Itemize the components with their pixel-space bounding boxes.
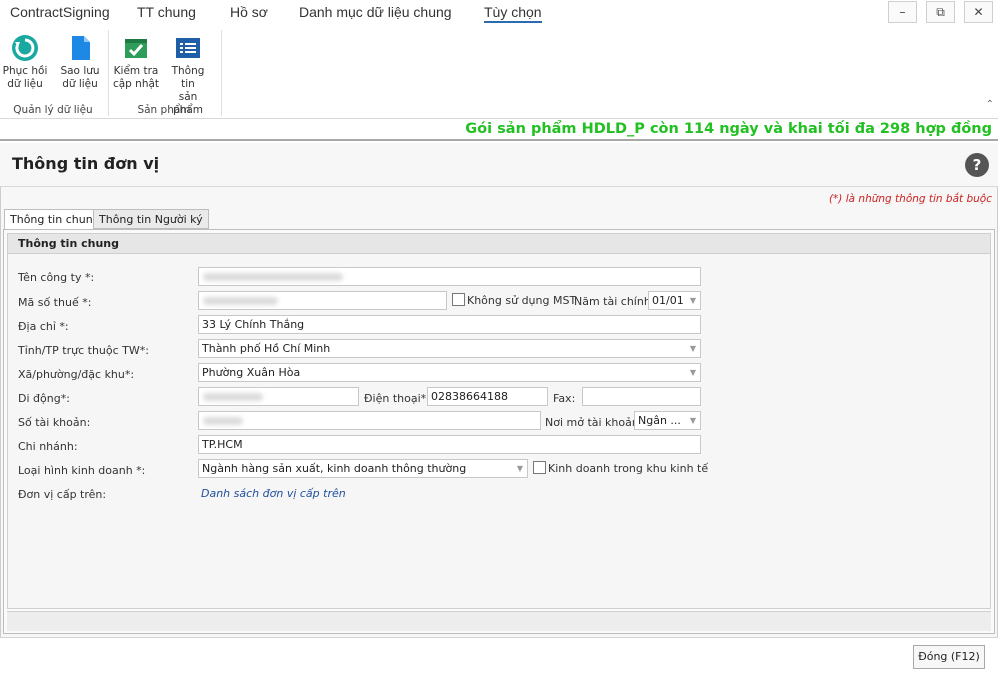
menu-tt-chung[interactable]: TT chung: [137, 4, 196, 20]
chevron-down-icon: ▼: [689, 416, 696, 425]
tax-code-input[interactable]: [198, 291, 447, 310]
chevron-down-icon: ▼: [516, 464, 523, 473]
economic-zone-label: Kinh doanh trong khu kinh tế: [548, 462, 709, 475]
required-fields-note: (*) là những thông tin bắt buộc: [828, 193, 992, 205]
province-label: Tỉnh/TP trực thuộc TW*:: [18, 344, 149, 357]
account-number-input[interactable]: [198, 411, 541, 430]
restore-button[interactable]: ⧉: [926, 1, 955, 23]
section-title: Thông tin chung: [8, 234, 990, 254]
menu-bar: ContractSigning TT chung Hồ sơ Danh mục …: [0, 0, 998, 26]
province-select[interactable]: Thành phố Hồ Chí Minh ▼: [198, 339, 701, 358]
form-title-bar: Thông tin đơn vị ?: [0, 143, 998, 187]
backup-data-label: Sao lưu dữ liệu: [60, 65, 100, 90]
close-window-button[interactable]: ✕: [964, 1, 993, 23]
company-name-input[interactable]: [198, 267, 701, 286]
phone-input[interactable]: 02838664188: [427, 387, 548, 406]
chevron-down-icon: ▼: [689, 296, 696, 305]
business-type-select[interactable]: Ngành hàng sản xuất, kinh doanh thông th…: [198, 459, 528, 478]
branch-label: Chi nhánh:: [18, 440, 78, 453]
menu-tuy-chon[interactable]: Tùy chọn: [484, 4, 542, 23]
help-icon[interactable]: ?: [965, 153, 989, 177]
group-label-data-management: Quản lý dữ liệu: [13, 104, 93, 116]
product-info-icon: [176, 38, 200, 58]
phone-label: Điện thoại*:: [364, 392, 430, 405]
check-update-icon: [125, 39, 147, 58]
menu-contractsigning[interactable]: ContractSigning: [10, 4, 110, 20]
menu-danh-muc[interactable]: Danh mục dữ liệu chung: [299, 4, 452, 20]
chevron-down-icon: ▼: [689, 368, 696, 377]
mobile-label: Di động*:: [18, 392, 70, 405]
company-name-label: Tên công ty *:: [18, 271, 95, 284]
menu-ho-so[interactable]: Hồ sơ: [230, 4, 268, 20]
group-label-product: Sản phẩm: [137, 104, 191, 116]
bank-label: Nơi mở tài khoản:: [545, 416, 643, 429]
restore-data-button[interactable]: Phục hồi dữ liệu: [1, 30, 49, 96]
bank-select[interactable]: Ngân ... ▼: [634, 411, 701, 430]
form-footer: Đóng (F12): [0, 637, 998, 674]
page-title: Thông tin đơn vị: [12, 154, 160, 173]
no-tax-code-checkbox[interactable]: [452, 293, 465, 306]
collapse-ribbon-icon[interactable]: ⌃: [986, 99, 994, 110]
no-tax-code-label: Không sử dụng MST: [467, 294, 577, 307]
check-update-button[interactable]: Kiểm tra cập nhật: [112, 30, 160, 96]
minimize-button[interactable]: –: [888, 1, 917, 23]
branch-input[interactable]: TP.HCM: [198, 435, 701, 454]
document-icon: [72, 36, 90, 60]
mobile-input[interactable]: [198, 387, 359, 406]
fiscal-year-select[interactable]: 01/01 ▼: [648, 291, 701, 310]
general-info-panel: Thông tin chung: [3, 229, 995, 634]
ribbon-group-separator: [221, 30, 222, 116]
account-number-label: Số tài khoản:: [18, 416, 91, 429]
fax-label: Fax:: [553, 392, 576, 405]
restore-data-label: Phục hồi dữ liệu: [2, 65, 48, 90]
tax-code-label: Mã số thuế *:: [18, 296, 92, 309]
chevron-down-icon: ▼: [689, 344, 696, 353]
fax-input[interactable]: [582, 387, 701, 406]
check-update-label: Kiểm tra cập nhật: [112, 65, 160, 90]
address-input[interactable]: 33 Lý Chính Thắng: [198, 315, 701, 334]
address-label: Địa chỉ *:: [18, 320, 69, 333]
restore-icon: [12, 35, 38, 61]
panel-footer: [7, 611, 991, 631]
fiscal-year-label: Năm tài chính:: [574, 295, 655, 308]
business-type-label: Loại hình kinh doanh *:: [18, 464, 146, 477]
tab-signer-info[interactable]: Thông tin Người ký: [93, 209, 209, 229]
parent-unit-label: Đơn vị cấp trên:: [18, 488, 107, 501]
close-button[interactable]: Đóng (F12): [913, 645, 985, 669]
ward-label: Xã/phường/đặc khu*:: [18, 368, 135, 381]
backup-data-button[interactable]: Sao lưu dữ liệu: [56, 30, 104, 96]
ribbon: Phục hồi dữ liệu Sao lưu dữ liệu Kiểm tra c…: [0, 26, 998, 119]
product-package-status: Gói sản phẩm HDLD_P còn 114 ngày và khai…: [0, 119, 998, 141]
parent-unit-list-link[interactable]: Danh sách đơn vị cấp trên: [201, 487, 346, 500]
ward-select[interactable]: Phường Xuân Hòa ▼: [198, 363, 701, 382]
economic-zone-checkbox[interactable]: [533, 461, 546, 474]
product-info-button[interactable]: Thông tin sản phẩm: [164, 30, 212, 116]
tab-general-info[interactable]: Thông tin chung: [4, 209, 106, 230]
